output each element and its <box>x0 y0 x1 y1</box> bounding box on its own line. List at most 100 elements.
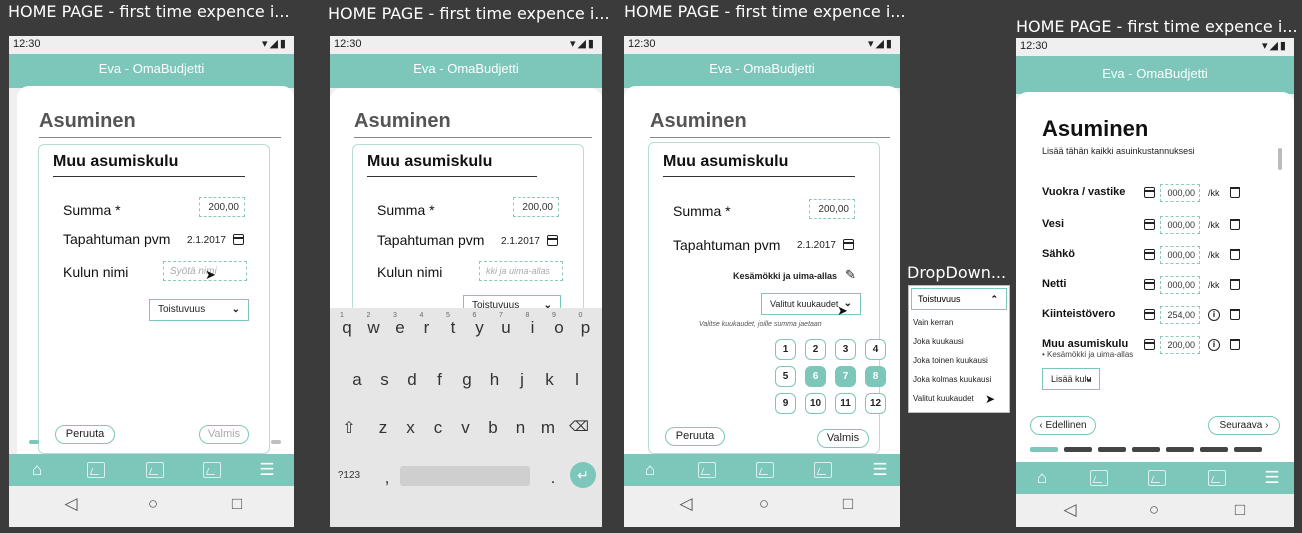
image-icon[interactable] <box>814 462 832 478</box>
previous-button[interactable]: ‹ Edellinen <box>1030 416 1096 435</box>
home-icon[interactable]: ⌂ <box>25 460 49 480</box>
key-h[interactable]: h <box>484 370 506 390</box>
key-p[interactable]: p <box>575 318 597 338</box>
home-icon[interactable]: ⌂ <box>638 460 662 480</box>
dropdown-option[interactable]: Joka kolmas kuukausi <box>913 375 991 384</box>
shift-key[interactable]: ⇧ <box>338 418 360 438</box>
trash-icon[interactable] <box>1230 249 1240 260</box>
dropdown-option[interactable]: Valitut kuukaudet <box>913 394 974 403</box>
image-icon[interactable] <box>146 462 164 478</box>
expense-row-input[interactable]: 000,00 <box>1160 276 1200 294</box>
month-5-button[interactable]: 5 <box>775 366 796 387</box>
key-z[interactable]: z <box>372 418 394 438</box>
trash-icon[interactable] <box>1230 219 1240 230</box>
menu-icon[interactable]: ☰ <box>868 460 892 480</box>
key-d[interactable]: d <box>401 370 423 390</box>
calendar-icon[interactable] <box>233 234 244 245</box>
menu-icon[interactable]: ☰ <box>255 460 279 480</box>
month-3-button[interactable]: 3 <box>835 339 856 360</box>
calendar-icon[interactable] <box>843 239 854 250</box>
month-4-button[interactable]: 4 <box>865 339 886 360</box>
month-12-button[interactable]: 12 <box>865 393 886 414</box>
dropdown-option[interactable]: Joka toinen kuukausi <box>913 356 988 365</box>
trash-icon[interactable] <box>1230 279 1240 290</box>
date-value[interactable]: 2.1.2017 <box>797 240 836 251</box>
backspace-key[interactable]: ⌫ <box>568 418 590 435</box>
done-button[interactable]: Valmis <box>199 425 249 444</box>
month-1-button[interactable]: 1 <box>775 339 796 360</box>
key-q[interactable]: q <box>336 318 358 338</box>
sum-input[interactable]: 200,00 <box>513 197 559 217</box>
dropdown-head[interactable]: Toistuvuus ⌃ <box>911 288 1007 310</box>
dropdown-option[interactable]: Vain kerran <box>913 318 953 327</box>
key-x[interactable]: x <box>400 418 422 438</box>
scrollbar[interactable] <box>1278 148 1282 170</box>
recents-icon[interactable]: □ <box>838 494 858 514</box>
home-nav-icon[interactable]: ○ <box>754 494 774 514</box>
calendar-icon[interactable] <box>1144 219 1155 230</box>
expense-row-input[interactable]: 254,00 <box>1160 306 1200 324</box>
expense-row-input[interactable]: 000,00 <box>1160 184 1200 202</box>
name-value[interactable]: Kesämökki ja uima-allas <box>733 271 837 281</box>
date-value[interactable]: 2.1.2017 <box>187 235 226 246</box>
key-w[interactable]: w <box>363 318 385 338</box>
key-a[interactable]: a <box>346 370 368 390</box>
recents-icon[interactable]: □ <box>1230 500 1250 520</box>
month-9-button[interactable]: 9 <box>775 393 796 414</box>
key-f[interactable]: f <box>429 370 451 390</box>
home-nav-icon[interactable]: ○ <box>1144 500 1164 520</box>
image-icon[interactable] <box>1148 470 1166 486</box>
key-i[interactable]: i <box>522 318 544 338</box>
key-l[interactable]: l <box>566 370 588 390</box>
key-y[interactable]: y <box>469 318 491 338</box>
expense-row-input[interactable]: 200,00 <box>1160 336 1200 354</box>
back-icon[interactable]: ◁ <box>1060 500 1080 520</box>
key-j[interactable]: j <box>511 370 533 390</box>
name-input[interactable]: kki ja uima-allas <box>479 261 563 281</box>
home-icon[interactable]: ⌂ <box>1030 468 1054 488</box>
key-r[interactable]: r <box>416 318 438 338</box>
key-b[interactable]: b <box>482 418 504 438</box>
key-o[interactable]: o <box>548 318 570 338</box>
back-icon[interactable]: ◁ <box>676 494 696 514</box>
key-e[interactable]: e <box>389 318 411 338</box>
next-button[interactable]: Seuraava › <box>1208 416 1280 435</box>
trash-icon[interactable] <box>1230 339 1240 350</box>
month-8-button[interactable]: 8 <box>865 366 886 387</box>
key-u[interactable]: u <box>495 318 517 338</box>
key-v[interactable]: v <box>455 418 477 438</box>
date-value[interactable]: 2.1.2017 <box>501 236 540 247</box>
expense-row-input[interactable]: 000,00 <box>1160 246 1200 264</box>
image-icon[interactable] <box>698 462 716 478</box>
calendar-icon[interactable] <box>1144 249 1155 260</box>
sum-input[interactable]: 200,00 <box>809 199 855 219</box>
trash-icon[interactable] <box>1230 187 1240 198</box>
cancel-button[interactable]: Peruuta <box>665 427 725 446</box>
month-2-button[interactable]: 2 <box>805 339 826 360</box>
info-icon[interactable]: i <box>1208 339 1220 351</box>
back-icon[interactable]: ◁ <box>61 494 81 514</box>
image-icon[interactable] <box>203 462 221 478</box>
recents-icon[interactable]: □ <box>227 494 247 514</box>
image-icon[interactable] <box>1090 470 1108 486</box>
trash-icon[interactable] <box>1230 309 1240 320</box>
month-11-button[interactable]: 11 <box>835 393 856 414</box>
calendar-icon[interactable] <box>1144 339 1155 350</box>
sum-input[interactable]: 200,00 <box>199 197 245 217</box>
image-icon[interactable] <box>756 462 774 478</box>
comma-key[interactable]: , <box>376 468 398 488</box>
symbols-key[interactable]: ?123 <box>334 470 364 481</box>
key-t[interactable]: t <box>442 318 464 338</box>
key-c[interactable]: c <box>427 418 449 438</box>
key-n[interactable]: n <box>510 418 532 438</box>
frequency-select[interactable]: Toistuvuus ⌄ <box>149 299 249 321</box>
space-key[interactable] <box>400 466 530 486</box>
period-key[interactable]: . <box>542 468 564 488</box>
calendar-icon[interactable] <box>1144 309 1155 320</box>
home-nav-icon[interactable]: ○ <box>143 494 163 514</box>
key-k[interactable]: k <box>539 370 561 390</box>
month-10-button[interactable]: 10 <box>805 393 826 414</box>
enter-key[interactable]: ↵ <box>570 462 596 488</box>
key-m[interactable]: m <box>537 418 559 438</box>
calendar-icon[interactable] <box>547 235 558 246</box>
